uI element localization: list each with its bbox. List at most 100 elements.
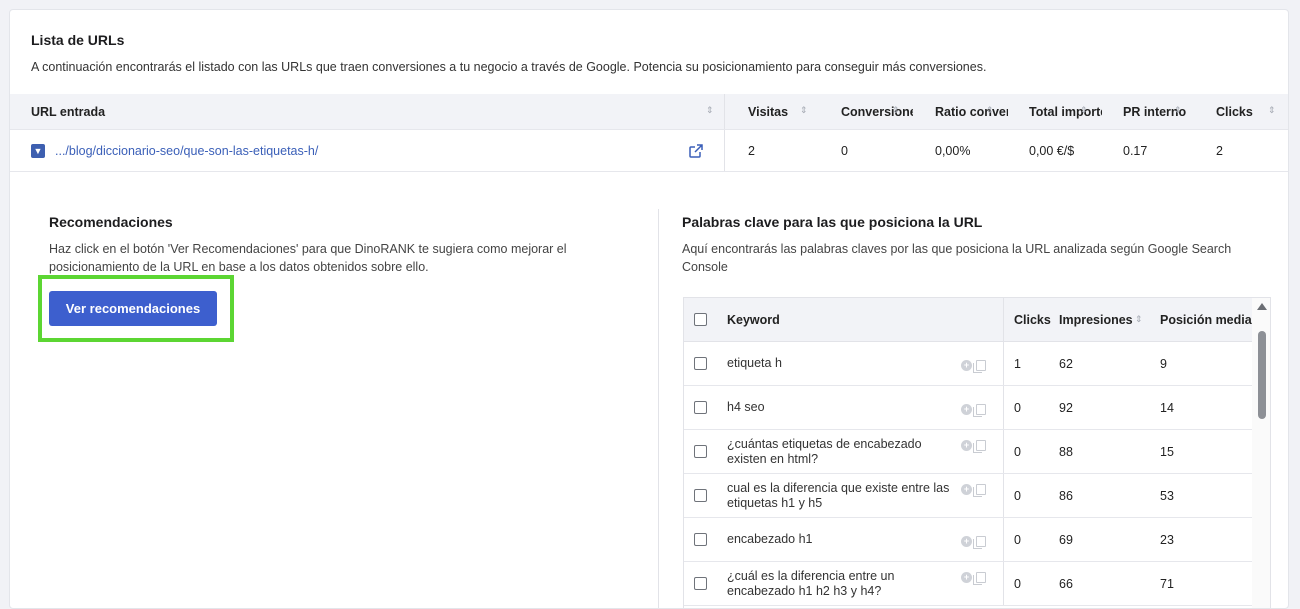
keyword-position: 14 [1160,400,1174,415]
keyword-clicks: 0 [1014,576,1021,591]
col-header-ratio[interactable]: Ratio conversión [935,94,1008,129]
select-all-checkbox[interactable] [694,313,707,326]
column-divider [1003,474,1004,517]
keyword-clicks: 0 [1014,400,1021,415]
row-checkbox[interactable] [694,401,707,414]
cell-visits: 2 [748,143,755,158]
table-row: cual es la diferencia que existe entre l… [684,474,1252,518]
column-divider [1003,562,1004,605]
keyword-impressions: 66 [1059,576,1073,591]
col-header-conversions[interactable]: Conversiones [841,94,913,129]
sort-icon[interactable]: ⇕ [706,106,714,115]
col-header-clicks[interactable]: Clicks [1216,94,1260,129]
row-actions: + [961,440,986,453]
url-list-description: A continuación encontrarás el listado co… [31,60,987,74]
add-icon[interactable]: + [961,440,972,451]
keyword-text: ¿cuál es la diferencia entre un encabeza… [727,568,895,598]
row-checkbox[interactable] [694,489,707,502]
keyword-text: etiqueta h [727,356,782,370]
row-check-cell [694,342,707,385]
row-actions: + [961,484,986,497]
url-link[interactable]: .../blog/diccionario-seo/que-son-las-eti… [55,144,318,158]
view-recommendations-button[interactable]: Ver recomendaciones [49,291,217,326]
scrollbar-thumb[interactable] [1258,331,1266,419]
url-cell: ▼ .../blog/diccionario-seo/que-son-las-e… [31,130,671,171]
keyword-clicks: 0 [1014,532,1021,547]
col-header-keyword[interactable]: Keyword [727,298,780,341]
column-divider [724,130,725,171]
table-row: ¿cuál es la diferencia entre un encabeza… [684,562,1252,606]
table-row: ¿cuántas etiquetas de encabezado existen… [684,430,1252,474]
select-all-cell [694,298,707,341]
add-icon[interactable]: + [961,572,972,583]
keyword-position: 15 [1160,444,1174,459]
cell-ratio: 0,00% [935,143,971,158]
add-icon[interactable]: + [961,404,972,415]
col-header-url[interactable]: URL entrada [31,94,331,129]
keyword-text: encabezado h1 [727,532,813,546]
keyword-position: 9 [1160,356,1167,371]
row-check-cell [694,518,707,561]
keyword-text: cual es la diferencia que existe entre l… [727,480,950,510]
section-divider [658,209,659,608]
keyword-impressions: 69 [1059,532,1073,547]
keyword-text: h4 seo [727,400,765,414]
url-table-header: URL entrada ⇕ Visitas ⇕ Conversiones ⇕ R… [10,94,1288,130]
add-icon[interactable]: + [961,484,972,495]
table-row: etiqueta h + 1 62 9 [684,342,1252,386]
sort-icon[interactable]: ⇕ [892,106,900,115]
row-checkbox[interactable] [694,533,707,546]
add-icon[interactable]: + [961,360,972,371]
sort-icon[interactable]: ⇕ [800,106,808,115]
col-header-impressions[interactable]: Impresiones [1059,298,1133,341]
table-row: ▼ .../blog/diccionario-seo/que-son-las-e… [10,130,1288,172]
row-actions: + [961,360,986,373]
add-icon[interactable]: + [961,536,972,547]
scroll-up-arrow-icon[interactable] [1257,303,1267,310]
copy-icon[interactable] [973,404,986,417]
scrollbar[interactable] [1252,298,1270,608]
row-checkbox[interactable] [694,357,707,370]
keyword-clicks: 1 [1014,356,1021,371]
row-checkbox[interactable] [694,445,707,458]
table-row: encabezado h1 + 0 69 23 [684,518,1252,562]
cell-conversions: 0 [841,143,848,158]
keyword-position: 71 [1160,576,1174,591]
copy-icon[interactable] [973,536,986,549]
copy-icon[interactable] [973,572,986,585]
external-link-icon[interactable] [688,143,704,159]
expand-chevron-icon[interactable]: ▼ [31,143,45,158]
column-divider [1003,342,1004,385]
url-list-card: Lista de URLs A continuación encontrarás… [9,9,1289,609]
sort-icon[interactable]: ⇕ [1080,106,1088,115]
cell-pr: 0.17 [1123,143,1148,158]
recommendations-description: Haz click en el botón 'Ver Recomendacion… [49,242,567,274]
col-header-visits[interactable]: Visitas [748,94,792,129]
keywords-table-header: Keyword Clicks Impresiones ⇕ Posición me… [684,298,1252,342]
keyword-impressions: 86 [1059,488,1073,503]
sort-icon[interactable]: ⇕ [1268,106,1276,115]
sort-icon[interactable]: ⇕ [986,106,994,115]
col-header-total[interactable]: Total importe [1029,94,1102,129]
keyword-clicks: 0 [1014,488,1021,503]
col-header-position[interactable]: Posición media [1160,298,1252,341]
sort-icon[interactable]: ⇕ [1174,106,1182,115]
sort-icon[interactable]: ⇕ [1135,315,1143,324]
table-row: h4 seo + 0 92 14 [684,386,1252,430]
cell-clicks: 2 [1216,143,1223,158]
keyword-text: ¿cuántas etiquetas de encabezado existen… [727,436,922,466]
copy-icon[interactable] [973,360,986,373]
keywords-description: Aquí encontrarás las palabras claves por… [682,242,1232,274]
keywords-table: Keyword Clicks Impresiones ⇕ Posición me… [683,297,1271,608]
row-actions: + [961,536,986,549]
keyword-position: 53 [1160,488,1174,503]
col-header-kw-clicks[interactable]: Clicks [1014,298,1051,341]
keyword-clicks: 0 [1014,444,1021,459]
column-divider [1003,430,1004,473]
row-check-cell [694,562,707,605]
keyword-impressions: 92 [1059,400,1073,415]
row-checkbox[interactable] [694,577,707,590]
column-divider [1003,386,1004,429]
copy-icon[interactable] [973,440,986,453]
copy-icon[interactable] [973,484,986,497]
